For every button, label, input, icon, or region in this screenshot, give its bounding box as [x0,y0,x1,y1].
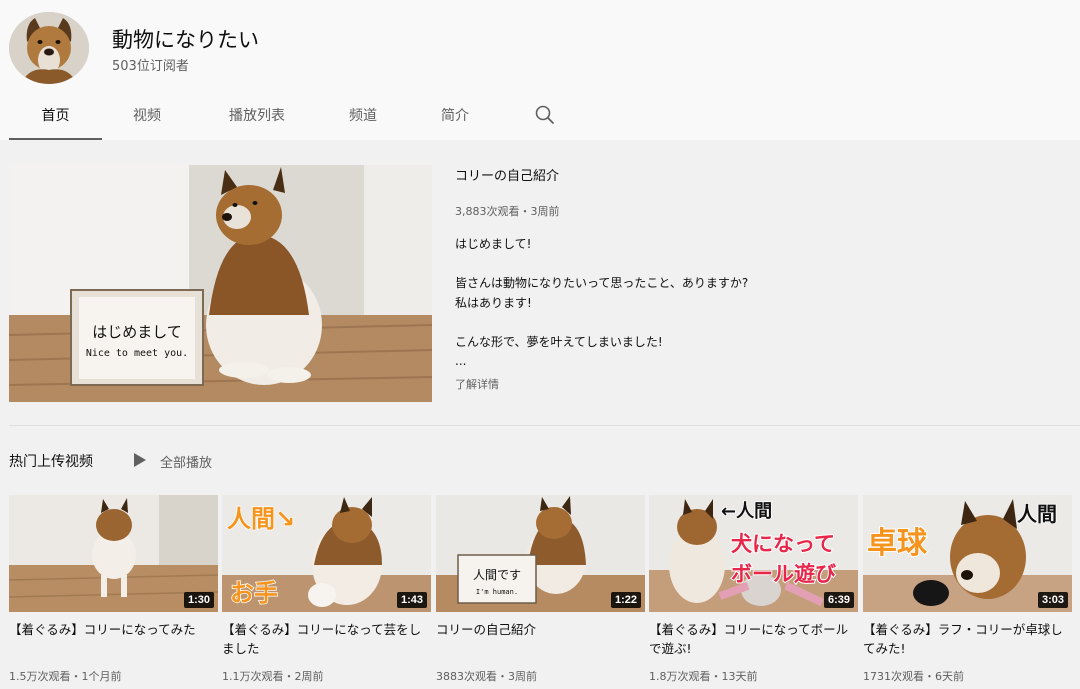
video-title[interactable]: 【着ぐるみ】コリーになってボールで遊ぶ! [649,620,854,658]
video-card: 人間↘ お手 1:43 【着ぐるみ】コリーになって芸をしました 1.1万次观看・… [222,495,431,683]
tab-about[interactable]: 简介 [417,96,493,140]
overlay-text: お手 [230,579,278,607]
overlay-text: ボール遊び [731,562,836,586]
video-meta: 3883次观看・3周前 [436,670,537,683]
featured-video-thumbnail[interactable]: はじめまして Nice to meet you. [9,165,432,402]
overlay-text: 犬になって [731,532,835,556]
description-line: こんな形で、夢を叶えてしまいました! [455,334,663,349]
video-thumbnail[interactable]: 卓球 人間 3:03 [863,495,1072,612]
subscriber-count: 503位订阅者 [112,59,189,74]
video-meta: 1.8万次观看・13天前 [649,670,758,683]
description-line [455,313,855,333]
video-meta: 1.5万次观看・1个月前 [9,670,122,683]
video-card: 人間です I'm human. 1:22 コリーの自己紹介 3883次观看・3周… [436,495,645,683]
overlay-text: I'm human. [476,588,518,596]
video-duration: 1:22 [610,592,641,608]
description-line [455,255,855,275]
overlay-text: 人間↘ [227,505,295,533]
description-line: はじめまして! [455,237,532,251]
search-icon[interactable] [534,104,556,126]
overlay-text: ←人間 [721,501,772,522]
video-title[interactable]: コリーの自己紹介 [436,620,641,639]
description-line: 私はあります! [455,295,532,310]
tab-home[interactable]: 首页 [9,96,102,140]
video-thumbnail[interactable]: ←人間 犬になって ボール遊び 6:39 [649,495,858,612]
featured-video-meta: 3,883次观看・3周前 [455,205,560,218]
video-card: 1:30 【着ぐるみ】コリーになってみた 1.5万次观看・1个月前 [9,495,218,683]
channel-name: 動物になりたい [112,28,259,52]
video-thumbnail[interactable]: 人間です I'm human. 1:22 [436,495,645,612]
section-divider [9,425,1080,426]
shelf-title: 热门上传视频 [9,454,93,470]
read-more-link[interactable]: 了解详情 [455,376,499,392]
video-duration: 3:03 [1037,592,1068,608]
video-thumbnail[interactable]: 人間↘ お手 1:43 [222,495,431,612]
video-card: 卓球 人間 3:03 【着ぐるみ】ラフ・コリーが卓球してみた! 1731次观看・… [863,495,1072,683]
channel-header: 動物になりたい 503位订阅者 首页 视频 播放列表 频道 简介 [0,0,1080,140]
featured-video-title[interactable]: コリーの自己紹介 [455,165,559,184]
channel-avatar[interactable] [9,12,89,84]
featured-video-description: はじめまして! 皆さんは動物になりたいって思ったこと、ありますか? 私はあります… [455,235,855,372]
video-title[interactable]: 【着ぐるみ】コリーになって芸をしました [222,620,427,658]
video-meta: 1.1万次观看・2周前 [222,670,324,683]
video-card: ←人間 犬になって ボール遊び 6:39 【着ぐるみ】コリーになってボールで遊ぶ… [649,495,858,683]
overlay-text: 人間です [473,568,521,582]
sign-text-jp: はじめまして [92,323,182,341]
play-icon [134,453,146,467]
video-thumbnail[interactable]: 1:30 [9,495,218,612]
overlay-text: 卓球 [867,526,928,561]
play-all-label: 全部播放 [160,456,213,471]
video-title[interactable]: 【着ぐるみ】コリーになってみた [9,620,214,639]
video-duration: 6:39 [823,592,854,608]
sign-text-en: Nice to meet you. [86,348,188,359]
description-line: 皆さんは動物になりたいって思ったこと、ありますか? [455,276,749,290]
description-line: ... [455,354,467,368]
tab-channels[interactable]: 频道 [325,96,401,140]
video-duration: 1:43 [396,592,427,608]
video-title[interactable]: 【着ぐるみ】ラフ・コリーが卓球してみた! [863,620,1068,658]
overlay-text: 人間 [1017,502,1057,526]
video-duration: 1:30 [183,592,214,608]
tab-playlists[interactable]: 播放列表 [207,96,307,140]
tab-videos[interactable]: 视频 [109,96,185,140]
video-meta: 1731次观看・6天前 [863,670,964,683]
